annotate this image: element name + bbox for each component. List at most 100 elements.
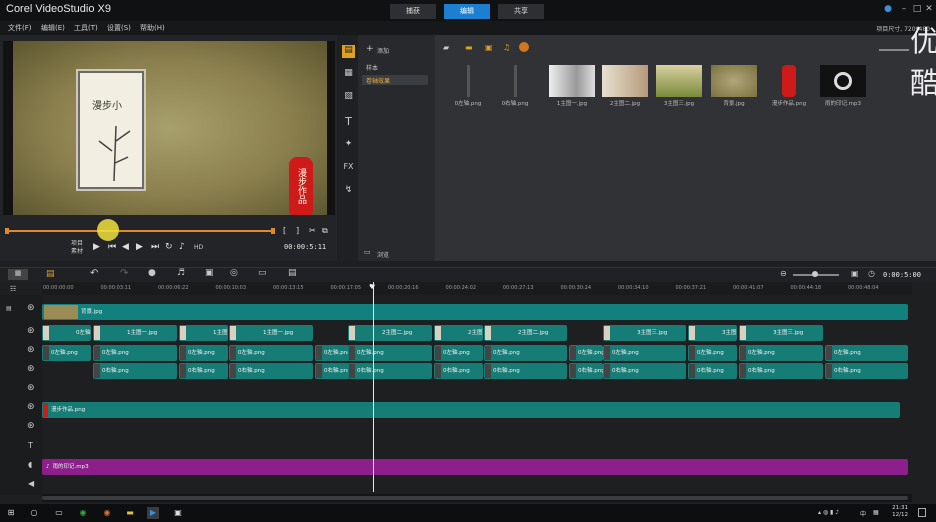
filter-icon[interactable]: FX [342, 162, 355, 175]
timeline-clip[interactable]: 1主图 [179, 325, 228, 341]
timeline-clip[interactable]: 0左轴.png [42, 325, 91, 341]
timeline-clip[interactable]: 0左轴.png [603, 345, 686, 361]
timeline-clip[interactable]: 0右轴.png [688, 363, 737, 379]
tray-icons[interactable]: ▴ ◍ ▮ ♪ [818, 509, 839, 516]
timeline-clip[interactable]: 3主图 [688, 325, 737, 341]
playhead[interactable] [373, 282, 374, 492]
videostudio-taskbar-icon[interactable]: ▶ [147, 507, 159, 519]
trim-end-marker[interactable] [271, 228, 275, 234]
input-mode-icon[interactable]: ▦ [873, 509, 879, 516]
volume-icon[interactable]: ♪ [179, 242, 185, 252]
import-icon[interactable] [519, 42, 529, 52]
start-icon[interactable]: ⊞ [5, 507, 17, 519]
timeline-clip[interactable]: 0左轴.png [315, 345, 349, 361]
timeline-clip[interactable]: 0右轴.png [569, 363, 603, 379]
timeline-clip[interactable]: 0左轴.png [688, 345, 737, 361]
redo-icon[interactable]: ↷ [120, 268, 128, 279]
track-visibility-icon[interactable]: ⊛ [27, 303, 35, 313]
timeline-clip[interactable]: 2主图二.jpg [348, 325, 432, 341]
timeline-clip[interactable]: 0右轴.png [825, 363, 908, 379]
next-frame-icon[interactable]: ▶ [136, 242, 143, 252]
fit-project-icon[interactable]: ▣ [851, 269, 859, 278]
audio-filter-icon[interactable]: ♫ [503, 43, 510, 52]
hd-toggle[interactable]: HD [194, 244, 203, 251]
timeline-clip[interactable]: 0右轴.png [179, 363, 228, 379]
browse-icon[interactable]: ▭ [364, 248, 371, 256]
record-capture-icon[interactable]: ● [148, 268, 156, 278]
tab-edit[interactable]: 编辑 [444, 4, 490, 19]
timeline-clip[interactable]: 3主图三.jpg [603, 325, 686, 341]
menu-tools[interactable]: 工具(T) [74, 23, 98, 33]
timeline-clip[interactable]: 0左轴.png [93, 345, 177, 361]
timeline-clip[interactable]: 0左轴.png [348, 345, 432, 361]
folder-scroll-effect[interactable]: 卷轴效果 [366, 76, 390, 85]
timeline-ruler[interactable]: 00:00:00:00 00:00:03:11 00:00:06:22 00:00:1… [42, 282, 912, 295]
timeline-clip[interactable]: 0右轴.png [93, 363, 177, 379]
timeline-clip[interactable]: 0左轴.png [739, 345, 823, 361]
close-icon[interactable]: ✕ [923, 3, 935, 15]
folder-samples[interactable]: 样本 [366, 63, 378, 72]
timeline-clip[interactable]: 0左轴.png [179, 345, 228, 361]
track-visibility-icon[interactable]: ⊛ [27, 421, 35, 431]
timeline-timecode[interactable]: 0:00:5:00 [883, 271, 921, 279]
split-clip-icon[interactable]: ✂ [309, 226, 316, 235]
add-folder-label[interactable]: 添加 [377, 46, 389, 55]
multi-camera-icon[interactable]: ▤ [288, 268, 297, 278]
timeline-clip[interactable]: 0右轴.png [229, 363, 313, 379]
timeline-clip[interactable]: 0左轴.png [569, 345, 603, 361]
timeline-view-icon[interactable]: ▤ [46, 269, 55, 279]
transition-icon[interactable]: ▧ [342, 91, 355, 104]
thumb-right-rod[interactable] [492, 65, 538, 97]
scrubber-handle[interactable] [97, 219, 119, 241]
timeline-clip[interactable]: 0左轴.png [42, 345, 91, 361]
app-icon[interactable]: ▣ [172, 507, 184, 519]
minimize-icon[interactable]: – [898, 3, 910, 15]
preview-canvas[interactable]: 漫步小 漫步作品 [3, 41, 335, 215]
timeline-clip[interactable]: 0右轴.png [315, 363, 349, 379]
system-clock[interactable]: 21:31 12/12 [892, 505, 908, 519]
instant-project-icon[interactable]: ▦ [342, 68, 355, 81]
maximize-icon[interactable]: □ [911, 3, 923, 15]
timeline-clip[interactable]: 0左轴.png [825, 345, 908, 361]
video-track-icon[interactable]: ▤ [6, 305, 12, 312]
timeline-clip[interactable]: 0右轴.png [348, 363, 432, 379]
motion-tracking-icon[interactable]: ▣ [205, 268, 214, 278]
undo-icon[interactable]: ↶ [90, 268, 98, 279]
storyboard-view-icon[interactable]: ▦ [8, 269, 28, 280]
timeline-clip[interactable]: 1主图一.jpg [229, 325, 313, 341]
mark-in-icon[interactable]: [ [283, 226, 286, 235]
firefox-icon[interactable]: ◉ [101, 507, 113, 519]
timeline-scrollbar[interactable] [42, 494, 912, 502]
ime-indicator[interactable]: 中 [860, 509, 866, 518]
project-clip-toggle[interactable]: 项目 素材 [71, 240, 83, 256]
notification-icon[interactable] [918, 508, 926, 517]
thumbnail-size-slider[interactable] [879, 49, 909, 51]
timeline-clip[interactable]: 0右轴.png [739, 363, 823, 379]
track-visibility-icon[interactable]: ⊛ [27, 326, 35, 336]
thumb-left-rod[interactable] [445, 65, 491, 97]
timeline-clip[interactable]: 0右轴.png [434, 363, 483, 379]
end-icon[interactable]: ⏭ [151, 242, 159, 252]
track-visibility-icon[interactable]: ⊛ [27, 345, 35, 355]
thumb-main-image-1[interactable] [549, 65, 595, 97]
track-visibility-icon[interactable]: ⊛ [27, 402, 35, 412]
folder-icon[interactable]: ▰ [443, 43, 449, 52]
scrubber-bar[interactable] [5, 230, 273, 232]
track-visibility-icon[interactable]: ⊛ [27, 383, 35, 393]
timeline-clip[interactable]: ♪ 雨的印记.mp3 [42, 459, 908, 475]
timeline-clip[interactable]: 0右轴.png [484, 363, 567, 379]
timeline-clip[interactable]: 0左轴.png [229, 345, 313, 361]
zoom-slider-handle[interactable] [812, 271, 818, 277]
thumb-main-image-2[interactable] [602, 65, 648, 97]
timeline-clip[interactable]: 背景.jpg [42, 304, 908, 320]
menu-help[interactable]: 帮助(H) [140, 23, 165, 33]
home-icon[interactable]: ⏮ [108, 242, 116, 252]
timeline-clip[interactable]: 0左轴.png [434, 345, 483, 361]
preview-timecode[interactable]: 00:00:5:11 [284, 243, 326, 251]
subtitle-editor-icon[interactable]: ▭ [258, 268, 267, 278]
media-icon[interactable]: ▤ [342, 45, 355, 58]
task-view-icon[interactable]: ▭ [53, 507, 65, 519]
thumb-main-image-3[interactable] [656, 65, 702, 97]
timeline-clip[interactable]: 2主图二.jpg [484, 325, 567, 341]
playhead-marker[interactable]: ♥ [369, 283, 375, 291]
